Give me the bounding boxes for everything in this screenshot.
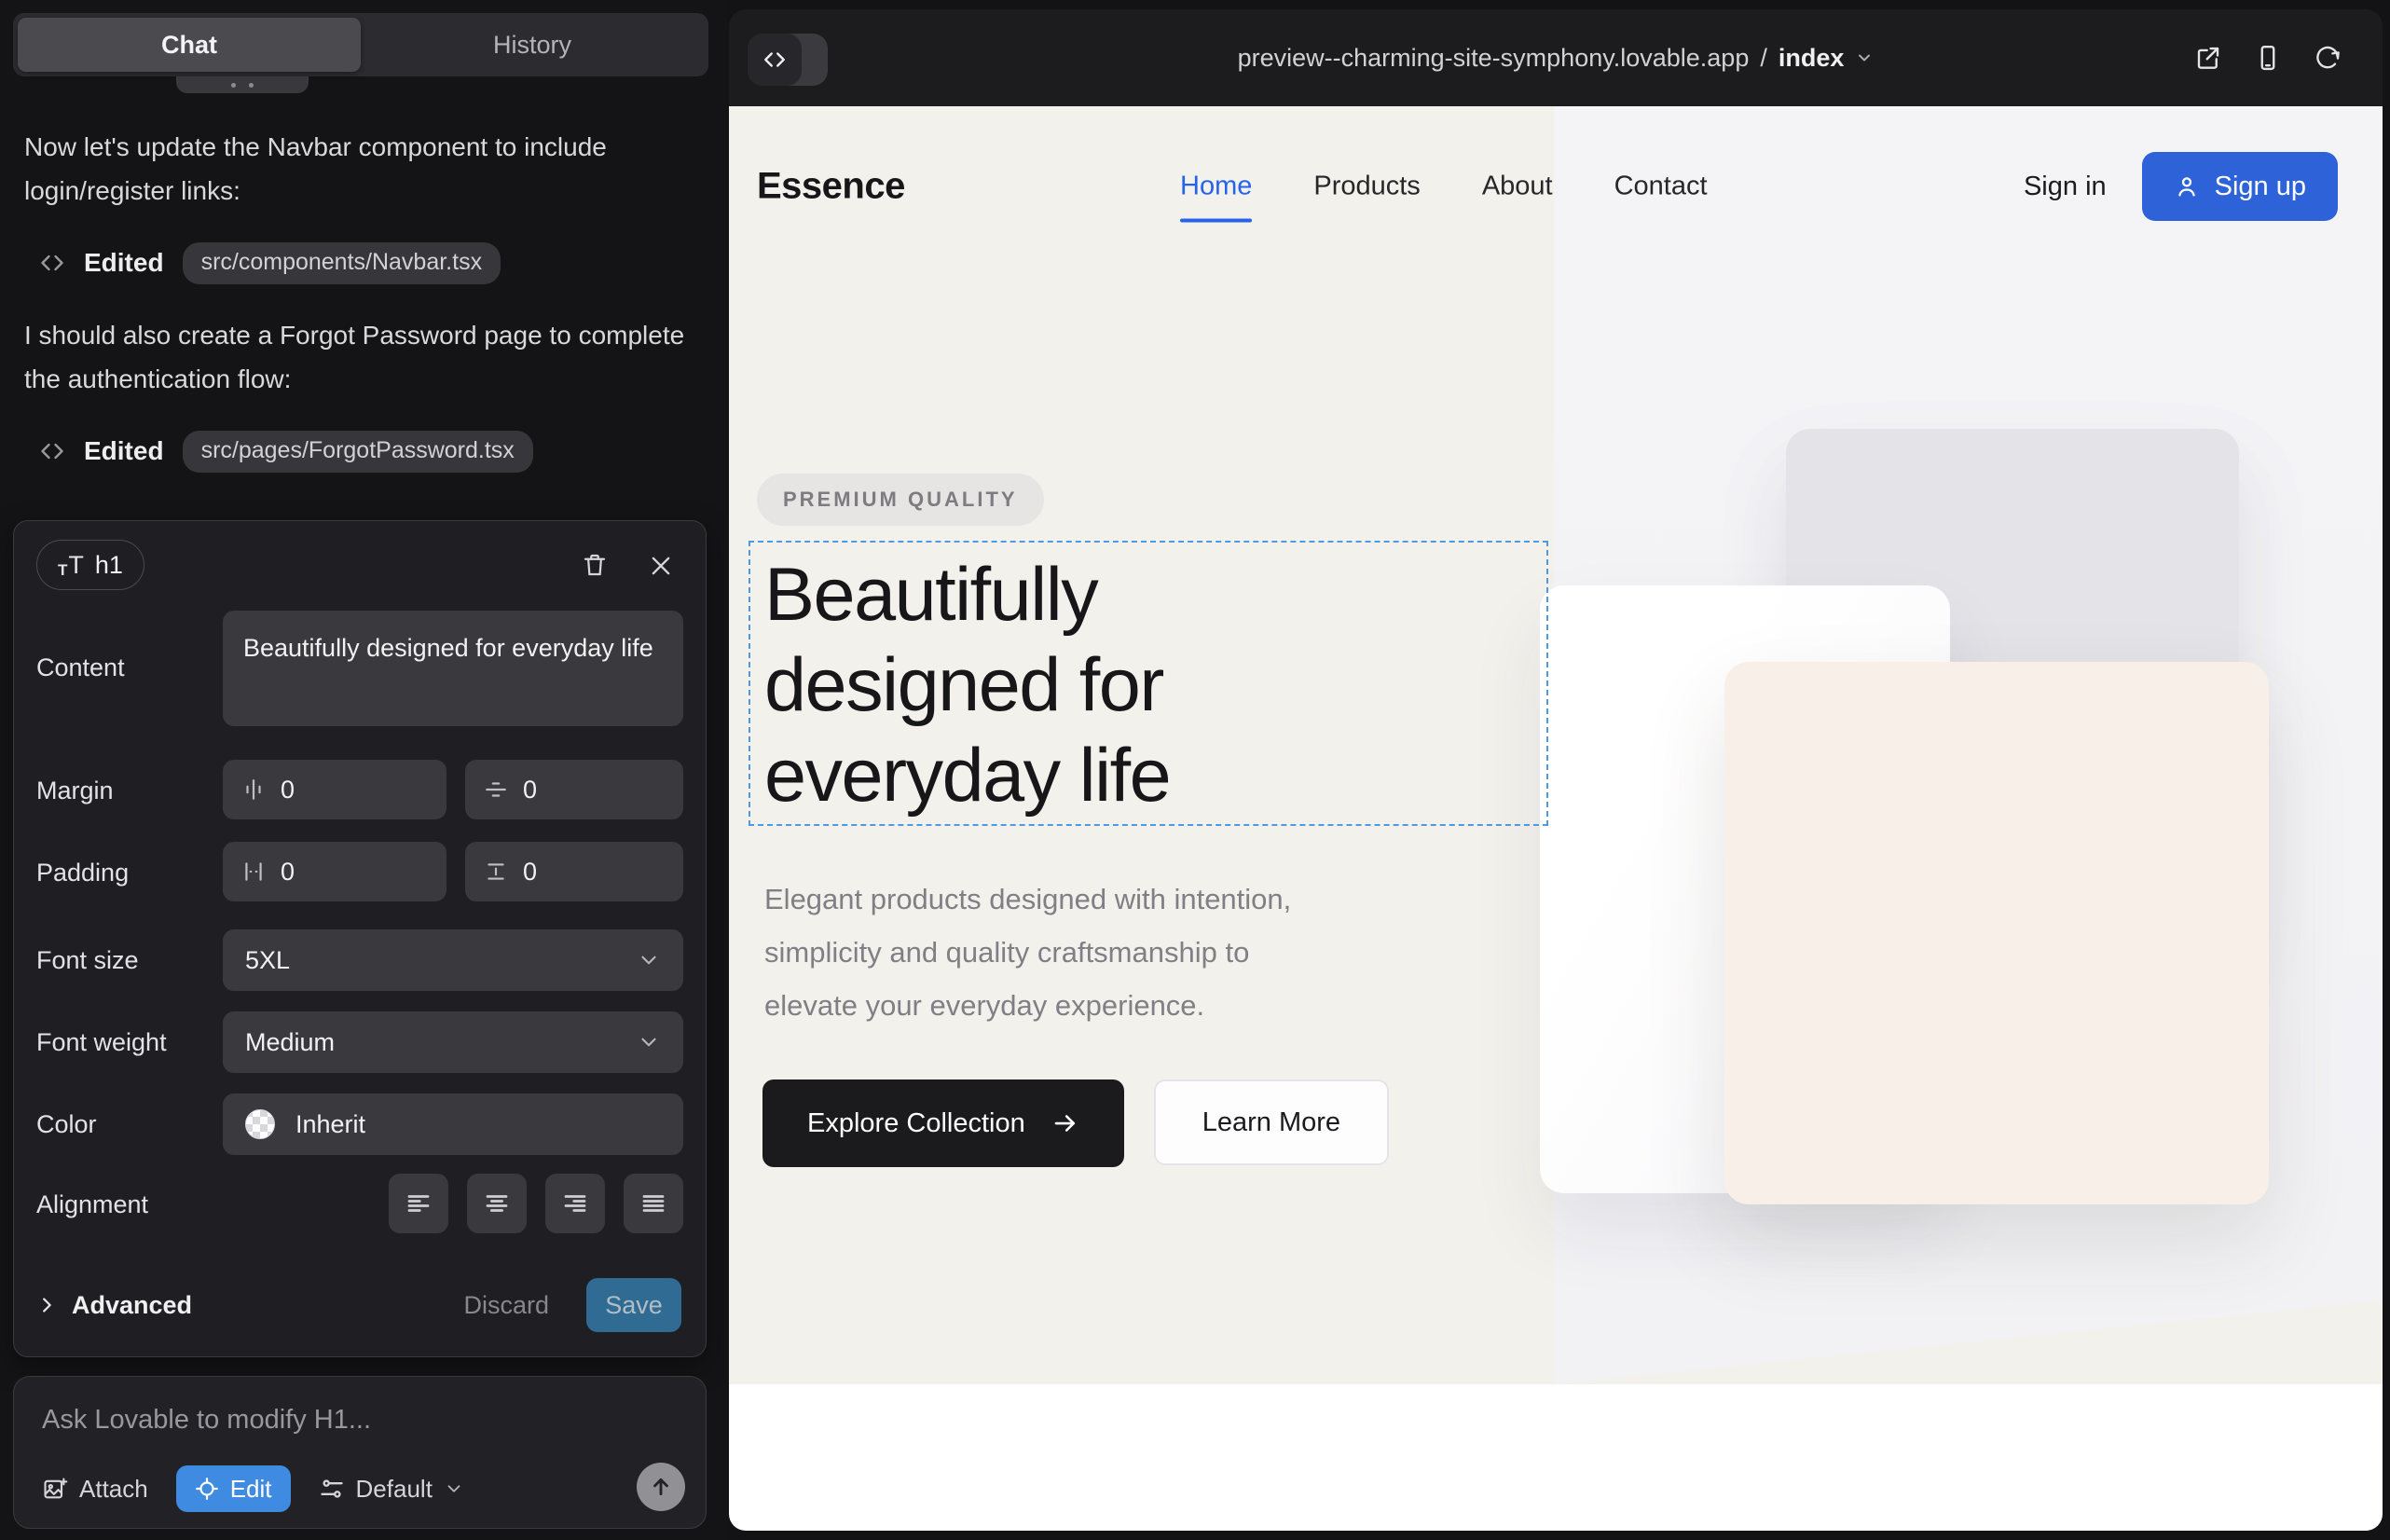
edited-file-row: Edited src/components/Navbar.tsx <box>39 241 501 285</box>
sign-up-button[interactable]: Sign up <box>2142 152 2338 221</box>
padding-x-icon <box>241 859 266 884</box>
color-select[interactable]: Inherit <box>223 1093 683 1155</box>
margin-y-icon <box>484 777 508 802</box>
preview-page: index <box>1779 44 1845 73</box>
file-chip[interactable]: src/components/Navbar.tsx <box>183 242 501 284</box>
font-size-select[interactable]: 5XL <box>223 929 683 991</box>
preview-site: Essence Home Products About Contact Sign… <box>729 106 2383 1531</box>
site-navbar: Essence Home Products About Contact Sign… <box>729 147 2383 226</box>
auth-actions: Sign in Sign up <box>2024 152 2338 221</box>
refresh-icon[interactable] <box>2314 44 2342 72</box>
mobile-view-icon[interactable] <box>2254 44 2282 72</box>
hero-section: Essence Home Products About Contact Sign… <box>729 106 2383 1384</box>
learn-more-button[interactable]: Learn More <box>1154 1079 1389 1165</box>
close-editor-button[interactable] <box>648 553 674 579</box>
nav-links: Home Products About Contact <box>1180 172 1708 202</box>
arrow-up-icon <box>649 1475 673 1499</box>
align-left-button[interactable] <box>389 1174 448 1233</box>
prompt-composer: Attach Edit Default <box>13 1376 707 1529</box>
content-label: Content <box>36 653 125 682</box>
attach-button[interactable]: Attach <box>42 1475 148 1504</box>
decorative-card-cream <box>1724 662 2269 1204</box>
assistant-message: I should also create a Forgot Password p… <box>24 313 692 401</box>
chevron-right-icon <box>36 1295 57 1315</box>
code-icon <box>39 438 65 464</box>
margin-label: Margin <box>36 777 114 805</box>
nav-link-home[interactable]: Home <box>1180 172 1252 202</box>
chat-history-tabs: Chat History <box>13 13 708 76</box>
chevron-down-icon <box>1855 48 1874 67</box>
preview-window: preview--charming-site-symphony.lovable.… <box>729 9 2383 1531</box>
content-input[interactable]: Beautifully designed for everyday life <box>223 611 683 726</box>
preview-toolbar-icons <box>2194 9 2342 106</box>
nav-link-about[interactable]: About <box>1482 172 1553 202</box>
site-brand[interactable]: Essence <box>757 166 905 208</box>
font-size-label: Font size <box>36 946 139 975</box>
hero-cta-row: Explore Collection Learn More <box>762 1079 1389 1167</box>
save-button[interactable]: Save <box>586 1278 681 1332</box>
edited-label: Edited <box>84 248 164 278</box>
nav-link-contact[interactable]: Contact <box>1614 172 1708 202</box>
margin-x-input[interactable]: 0 <box>223 760 446 819</box>
sign-in-link[interactable]: Sign in <box>2024 172 2107 202</box>
preview-url: preview--charming-site-symphony.lovable.… <box>1238 44 1750 73</box>
margin-y-input[interactable]: 0 <box>465 760 683 819</box>
premium-quality-badge: PREMIUM QUALITY <box>757 474 1044 526</box>
type-icon <box>58 553 84 578</box>
element-tag-chip[interactable]: h1 <box>36 540 144 590</box>
advanced-toggle[interactable]: Advanced <box>36 1291 192 1320</box>
open-external-icon[interactable] <box>2194 44 2222 72</box>
nav-link-products[interactable]: Products <box>1313 172 1420 202</box>
explore-collection-button[interactable]: Explore Collection <box>762 1079 1124 1167</box>
sliders-icon <box>319 1476 345 1502</box>
attach-image-icon <box>42 1476 68 1502</box>
edit-mode-button[interactable]: Edit <box>176 1465 291 1512</box>
chevron-down-icon <box>637 1030 661 1054</box>
discard-button[interactable]: Discard <box>463 1291 549 1320</box>
margin-x-icon <box>241 777 266 802</box>
hero-paragraph: Elegant products designed with intention… <box>764 873 1291 1032</box>
align-justify-button[interactable] <box>624 1174 683 1233</box>
user-icon <box>2174 173 2200 199</box>
padding-x-input[interactable]: 0 <box>223 842 446 901</box>
editor-footer: Advanced Discard Save <box>36 1278 681 1332</box>
tab-chat[interactable]: Chat <box>18 18 361 72</box>
align-center-button[interactable] <box>467 1174 527 1233</box>
prompt-input[interactable] <box>42 1405 676 1436</box>
element-editor-panel: h1 Content Beautifully designed for ever… <box>13 520 707 1357</box>
arrow-right-icon <box>1051 1109 1079 1137</box>
font-weight-select[interactable]: Medium <box>223 1011 683 1073</box>
code-icon <box>39 250 65 276</box>
scrolled-chip-peek[interactable] <box>176 76 309 93</box>
tab-history[interactable]: History <box>361 18 704 72</box>
lovable-chat-panel: Chat History Now let's update the Navbar… <box>0 0 727 1540</box>
font-weight-label: Font weight <box>36 1028 167 1057</box>
preview-url-bar[interactable]: preview--charming-site-symphony.lovable.… <box>729 9 2383 106</box>
alignment-group <box>389 1174 683 1233</box>
composer-toolbar: Attach Edit Default <box>42 1464 464 1513</box>
element-tag: h1 <box>95 551 123 580</box>
padding-y-icon <box>484 859 508 884</box>
chevron-down-icon <box>637 948 661 972</box>
hero-heading[interactable]: Beautifully designed for everyday life <box>764 550 1170 821</box>
delete-element-button[interactable] <box>581 551 609 579</box>
padding-label: Padding <box>36 859 129 887</box>
color-label: Color <box>36 1110 97 1139</box>
chevron-down-icon <box>444 1478 464 1499</box>
edited-file-row: Edited src/pages/ForgotPassword.tsx <box>39 429 533 474</box>
file-chip[interactable]: src/pages/ForgotPassword.tsx <box>183 431 533 473</box>
assistant-message: Now let's update the Navbar component to… <box>24 125 692 213</box>
alignment-label: Alignment <box>36 1190 148 1219</box>
model-mode-select[interactable]: Default <box>319 1475 464 1504</box>
padding-y-input[interactable]: 0 <box>465 842 683 901</box>
send-button[interactable] <box>637 1463 685 1511</box>
edited-label: Edited <box>84 436 164 466</box>
target-icon <box>195 1477 219 1501</box>
color-swatch <box>245 1109 275 1139</box>
url-separator: / <box>1760 44 1767 73</box>
align-right-button[interactable] <box>545 1174 605 1233</box>
